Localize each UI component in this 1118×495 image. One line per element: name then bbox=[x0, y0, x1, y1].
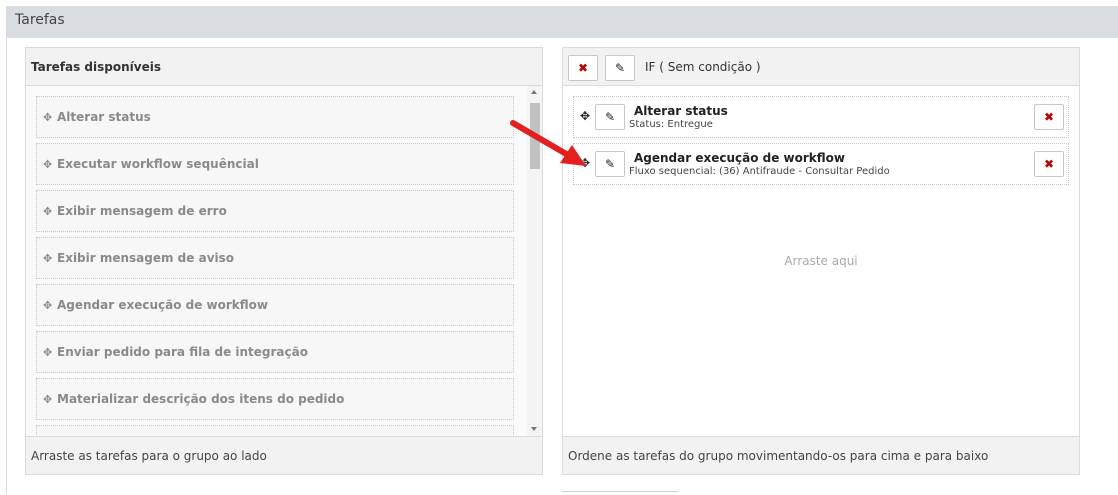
task-group-footer: Ordene as tarefas do grupo movimentando-… bbox=[563, 436, 1079, 474]
task-item-agendar-workflow[interactable]: ✥ Agendar execução de workflow bbox=[36, 284, 514, 326]
task-label: Agendar execução de workflow bbox=[57, 298, 269, 312]
scroll-down-arrow-icon[interactable] bbox=[531, 427, 537, 431]
group-task-name: Alterar status bbox=[634, 104, 728, 118]
task-group-panel: ✖ ✎ IF ( Sem condição ) ✥ ✎ Alterar stat… bbox=[562, 47, 1080, 475]
group-task-detail: Status: Entregue bbox=[629, 119, 713, 130]
available-tasks-title: Tarefas disponíveis bbox=[31, 60, 161, 74]
available-tasks-footer: Arraste as tarefas para o grupo ao lado bbox=[26, 436, 542, 474]
task-label: Exibir mensagem de aviso bbox=[57, 251, 235, 265]
close-icon: ✖ bbox=[1043, 157, 1055, 171]
task-group-header: ✖ ✎ IF ( Sem condição ) bbox=[563, 48, 1079, 86]
group-task-detail: Fluxo sequencial: (36) Antifraude - Cons… bbox=[629, 166, 890, 177]
move-icon: ✥ bbox=[43, 346, 53, 359]
pencil-icon: ✎ bbox=[604, 157, 616, 171]
task-label: Enviar pedido para fila de integração bbox=[57, 345, 308, 359]
section-header: Tarefas bbox=[6, 6, 1118, 38]
task-item-executar-workflow[interactable]: ✥ Executar workflow sequêncial bbox=[36, 143, 514, 185]
group-task-name: Agendar execução de workflow bbox=[634, 151, 846, 165]
move-icon: ✥ bbox=[43, 158, 53, 171]
arrow-annotation-icon bbox=[510, 120, 586, 166]
task-item-enviar-pedido[interactable]: ✥ Enviar pedido para fila de integração bbox=[36, 331, 514, 373]
drop-hint: Arraste aqui bbox=[784, 254, 858, 268]
move-icon: ✥ bbox=[43, 299, 53, 312]
edit-task-button[interactable]: ✎ bbox=[595, 151, 625, 177]
task-group-dropzone[interactable]: ✥ ✎ Alterar status Status: Entregue ✖ ✥ … bbox=[563, 86, 1079, 436]
move-icon: ✥ bbox=[43, 205, 53, 218]
task-item-partial[interactable] bbox=[36, 425, 514, 436]
task-item-materializar-descricao[interactable]: ✥ Materializar descrição dos itens do ped… bbox=[36, 378, 514, 420]
task-label: Exibir mensagem de erro bbox=[57, 204, 227, 218]
edit-condition-button[interactable]: ✎ bbox=[605, 55, 635, 81]
task-label: Executar workflow sequêncial bbox=[57, 157, 259, 171]
pencil-icon: ✎ bbox=[604, 110, 616, 124]
task-label: Materializar descrição dos itens do pedi… bbox=[57, 392, 345, 406]
task-item-mensagem-erro[interactable]: ✥ Exibir mensagem de erro bbox=[36, 190, 514, 232]
bottom-edge bbox=[562, 491, 678, 495]
remove-task-button[interactable]: ✖ bbox=[1034, 151, 1064, 177]
available-tasks-header: Tarefas disponíveis bbox=[26, 48, 542, 86]
pencil-icon: ✎ bbox=[614, 61, 626, 75]
section-title: Tarefas bbox=[15, 12, 65, 28]
edit-task-button[interactable]: ✎ bbox=[595, 104, 625, 130]
task-item-mensagem-aviso[interactable]: ✥ Exibir mensagem de aviso bbox=[36, 237, 514, 279]
condition-label: IF ( Sem condição ) bbox=[645, 60, 761, 74]
group-task-item[interactable]: ✥ ✎ Agendar execução de workflow Fluxo s… bbox=[573, 143, 1069, 185]
remove-group-button[interactable]: ✖ bbox=[568, 55, 598, 81]
move-icon: ✥ bbox=[43, 393, 53, 406]
remove-task-button[interactable]: ✖ bbox=[1034, 104, 1064, 130]
available-tasks-panel: Tarefas disponíveis ✥ Alterar status ✥ Exe… bbox=[25, 47, 543, 475]
scroll-up-arrow-icon[interactable] bbox=[531, 90, 537, 94]
task-label: Alterar status bbox=[57, 110, 151, 124]
move-icon: ✥ bbox=[43, 252, 53, 265]
task-item-alterar-status[interactable]: ✥ Alterar status bbox=[36, 96, 514, 138]
group-task-item[interactable]: ✥ ✎ Alterar status Status: Entregue ✖ bbox=[573, 96, 1069, 138]
move-icon: ✥ bbox=[43, 111, 53, 124]
close-icon: ✖ bbox=[577, 61, 589, 75]
available-tasks-list: ✥ Alterar status ✥ Executar workflow sequê… bbox=[26, 86, 542, 436]
close-icon: ✖ bbox=[1043, 110, 1055, 124]
